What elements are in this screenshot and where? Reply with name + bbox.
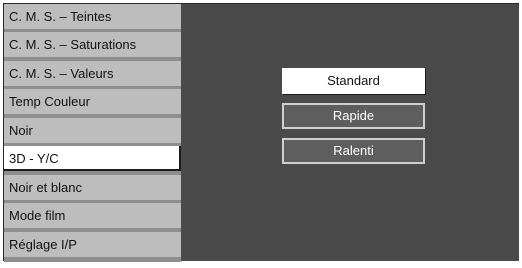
menu-item-cms-teintes[interactable]: C. M. S. – Teintes	[4, 4, 181, 29]
option-rapide[interactable]: Rapide	[282, 103, 425, 129]
menu-item-reglage-ip[interactable]: Réglage I/P	[4, 232, 181, 257]
menu-item-cms-valeurs[interactable]: C. M. S. – Valeurs	[4, 61, 181, 86]
osd-screen: C. M. S. – Teintes C. M. S. – Saturation…	[3, 3, 519, 262]
option-ralenti[interactable]: Ralenti	[282, 138, 425, 164]
settings-menu: C. M. S. – Teintes C. M. S. – Saturation…	[4, 4, 181, 262]
menu-item-cms-saturations[interactable]: C. M. S. – Saturations	[4, 32, 181, 57]
menu-item-mode-film[interactable]: Mode film	[4, 203, 181, 228]
menu-item-noir[interactable]: Noir	[4, 118, 181, 143]
menu-item-temp-couleur[interactable]: Temp Couleur	[4, 89, 181, 114]
menu-item-noir-et-blanc[interactable]: Noir et blanc	[4, 175, 181, 200]
option-standard[interactable]: Standard	[282, 68, 425, 94]
menu-item-3d-yc[interactable]: 3D - Y/C	[4, 146, 181, 171]
